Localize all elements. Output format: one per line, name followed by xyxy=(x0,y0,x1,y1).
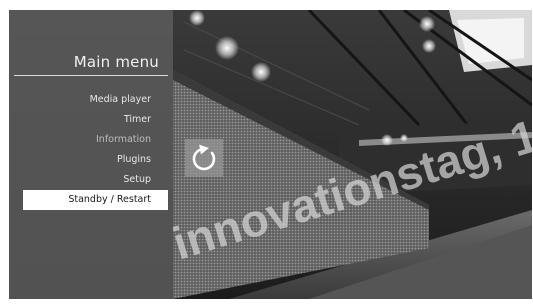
menu-item-timer[interactable]: Timer xyxy=(9,110,173,130)
main-menu-panel: Main menu Media player Timer Information… xyxy=(9,10,173,299)
menu-item-media-player[interactable]: Media player xyxy=(9,90,173,110)
menu-items: Media player Timer Information Plugins S… xyxy=(9,90,173,210)
menu-title: Main menu xyxy=(73,53,159,71)
menu-item-plugins[interactable]: Plugins xyxy=(9,150,173,170)
menu-item-setup[interactable]: Setup xyxy=(9,170,173,190)
restart-icon xyxy=(185,139,223,177)
menu-divider xyxy=(14,75,168,77)
menu-item-information[interactable]: Information xyxy=(9,130,173,150)
tv-screen: innovationstag, 10. Mai 2011 Main menu M… xyxy=(9,10,532,299)
menu-item-standby-restart[interactable]: Standby / Restart xyxy=(23,190,168,210)
